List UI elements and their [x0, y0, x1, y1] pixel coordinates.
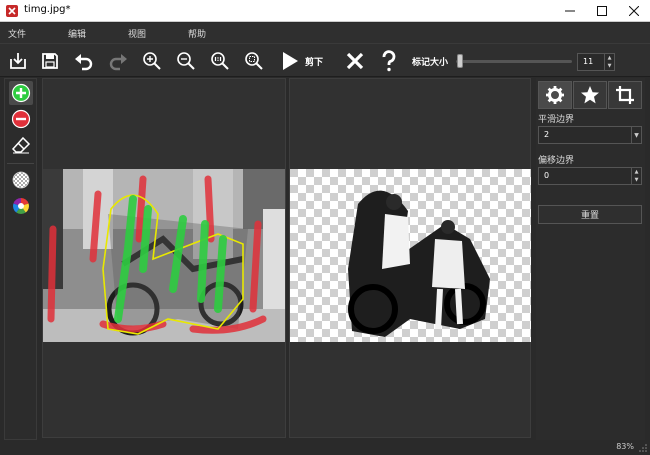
mark-size-value[interactable]: 11 [583, 57, 593, 66]
maximize-icon [597, 6, 607, 16]
zoom-out-icon [177, 52, 195, 70]
transparent-background-icon [12, 171, 30, 189]
cut-label[interactable]: 剪下 [305, 55, 323, 68]
close-window-icon [629, 6, 639, 16]
source-photo[interactable] [43, 169, 285, 342]
cutout-preview [290, 169, 531, 342]
star-icon [581, 86, 599, 104]
color-picker[interactable] [9, 194, 33, 218]
remove-mark-tool[interactable] [9, 107, 33, 131]
chevron-down-icon[interactable]: ▼ [608, 63, 612, 69]
clear-button[interactable] [343, 49, 367, 73]
actual-size-button[interactable] [208, 49, 232, 73]
status-bar: 83% [0, 441, 650, 455]
tab-crop[interactable] [608, 81, 642, 109]
chevron-up-icon[interactable]: ▲ [608, 55, 612, 61]
zoom-in-button[interactable] [140, 49, 164, 73]
remove-mark-icon [11, 109, 31, 129]
add-mark-icon [11, 83, 31, 103]
redo-icon [109, 54, 127, 71]
app-icon [6, 5, 18, 17]
menu-help[interactable]: 帮助 [188, 27, 206, 40]
resize-grip-icon[interactable] [639, 444, 647, 452]
reset-button[interactable]: 重置 [538, 205, 642, 224]
play-icon [283, 52, 298, 70]
offset-edge-value[interactable]: 0 [544, 171, 549, 180]
menu-file[interactable]: 文件 [8, 27, 26, 40]
smooth-edge-label: 平滑边界 [538, 115, 575, 125]
left-tool-strip [4, 78, 37, 440]
actual-size-icon [211, 52, 229, 70]
undo-icon [75, 54, 93, 71]
spin-arrows[interactable]: ▲ ▼ [631, 168, 641, 184]
save-icon [42, 53, 58, 69]
menu-view[interactable]: 视图 [128, 27, 146, 40]
crop-icon [616, 86, 634, 104]
fit-to-window-button[interactable] [242, 49, 266, 73]
help-button[interactable] [377, 49, 401, 73]
gear-icon [546, 86, 564, 104]
smooth-edge-value[interactable]: 2 [544, 130, 549, 139]
menu-edit[interactable]: 编辑 [68, 27, 86, 40]
import-icon [10, 53, 26, 69]
eraser-tool[interactable] [9, 133, 33, 157]
tab-settings[interactable] [538, 81, 572, 109]
mark-size-slider-thumb[interactable] [457, 54, 464, 68]
result-canvas[interactable] [289, 78, 531, 438]
redo-button[interactable] [106, 49, 130, 73]
menu-bar: 文件 编辑 视图 帮助 [0, 23, 650, 43]
background-toggle[interactable] [9, 168, 33, 192]
import-button[interactable] [6, 49, 30, 73]
tab-effects[interactable] [573, 81, 607, 109]
smooth-edge-select[interactable]: 2 ▼ [538, 126, 642, 144]
title-bar: timg.jpg* [0, 0, 650, 22]
zoom-level: 83% [616, 442, 634, 451]
close-icon [346, 52, 364, 70]
close-window-button[interactable] [618, 0, 650, 22]
color-wheel-icon [12, 198, 30, 215]
fit-to-window-icon [245, 52, 263, 70]
toolbar: 剪下 标记大小 11 ▲ ▼ [0, 43, 650, 77]
window-title: timg.jpg* [24, 4, 71, 15]
add-mark-tool[interactable] [9, 81, 33, 105]
offset-edge-label: 偏移边界 [538, 156, 575, 166]
mark-size-label: 标记大小 [412, 58, 449, 68]
chevron-up-icon[interactable]: ▲ [635, 169, 639, 175]
zoom-in-icon [143, 52, 161, 70]
source-canvas[interactable] [42, 78, 286, 438]
settings-panel: 平滑边界 2 ▼ 偏移边界 0 ▲ ▼ 重置 [536, 78, 645, 440]
chevron-down-icon[interactable]: ▼ [631, 127, 641, 143]
cut-button[interactable] [279, 49, 301, 73]
save-button[interactable] [38, 49, 62, 73]
minimize-button[interactable] [554, 0, 586, 22]
undo-button[interactable] [72, 49, 96, 73]
chevron-down-icon[interactable]: ▼ [635, 177, 639, 183]
tool-divider [7, 163, 34, 164]
zoom-out-button[interactable] [174, 49, 198, 73]
offset-edge-spinbox[interactable]: 0 ▲ ▼ [538, 167, 642, 185]
mark-size-slider-track[interactable] [456, 60, 572, 63]
mark-size-spinbox[interactable]: 11 ▲ ▼ [577, 53, 615, 71]
minimize-icon [565, 10, 575, 12]
eraser-icon [11, 136, 31, 154]
question-icon [382, 50, 396, 72]
maximize-button[interactable] [586, 0, 618, 22]
spin-arrows[interactable]: ▲ ▼ [604, 54, 614, 70]
